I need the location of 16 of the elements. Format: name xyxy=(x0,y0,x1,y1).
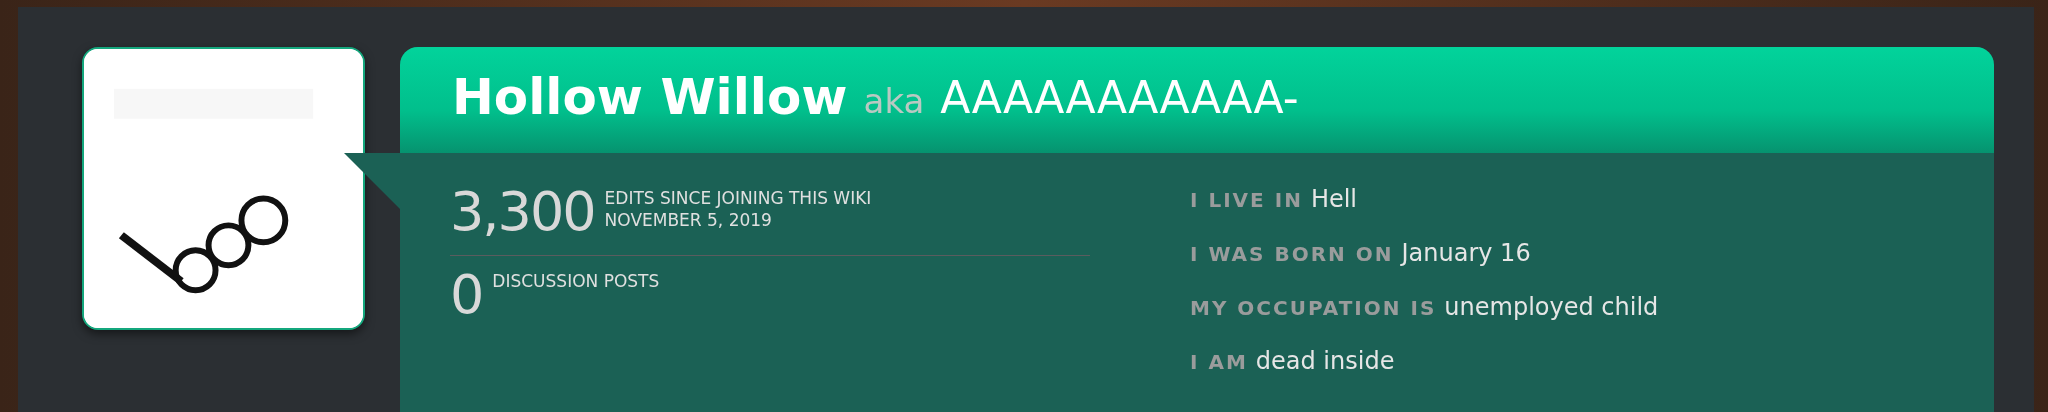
detail-value: dead inside xyxy=(1255,346,1395,377)
user-name: Hollow Willow xyxy=(452,68,848,126)
detail-value: unemployed child xyxy=(1444,292,1659,323)
aka-label: aka xyxy=(863,80,925,121)
detail-value: Hell xyxy=(1310,184,1358,215)
detail-value: January 16 xyxy=(1401,238,1531,269)
detail-label: I LIVE IN xyxy=(1190,187,1303,214)
stat-label: DISCUSSION POSTS xyxy=(492,270,660,292)
user-alias: AAAAAAAAAAA- xyxy=(940,71,1299,123)
stat-label: NOVEMBER 5, 2019 xyxy=(604,209,773,231)
stat-label: EDITS SINCE JOINING THIS WIKI xyxy=(604,187,872,209)
detail-label: I AM xyxy=(1190,349,1248,376)
stat-number: 0 xyxy=(450,266,483,324)
stat-number: 3,300 xyxy=(450,183,595,241)
detail-label: MY OCCUPATION IS xyxy=(1190,295,1437,322)
detail-label: I WAS BORN ON xyxy=(1190,241,1394,268)
